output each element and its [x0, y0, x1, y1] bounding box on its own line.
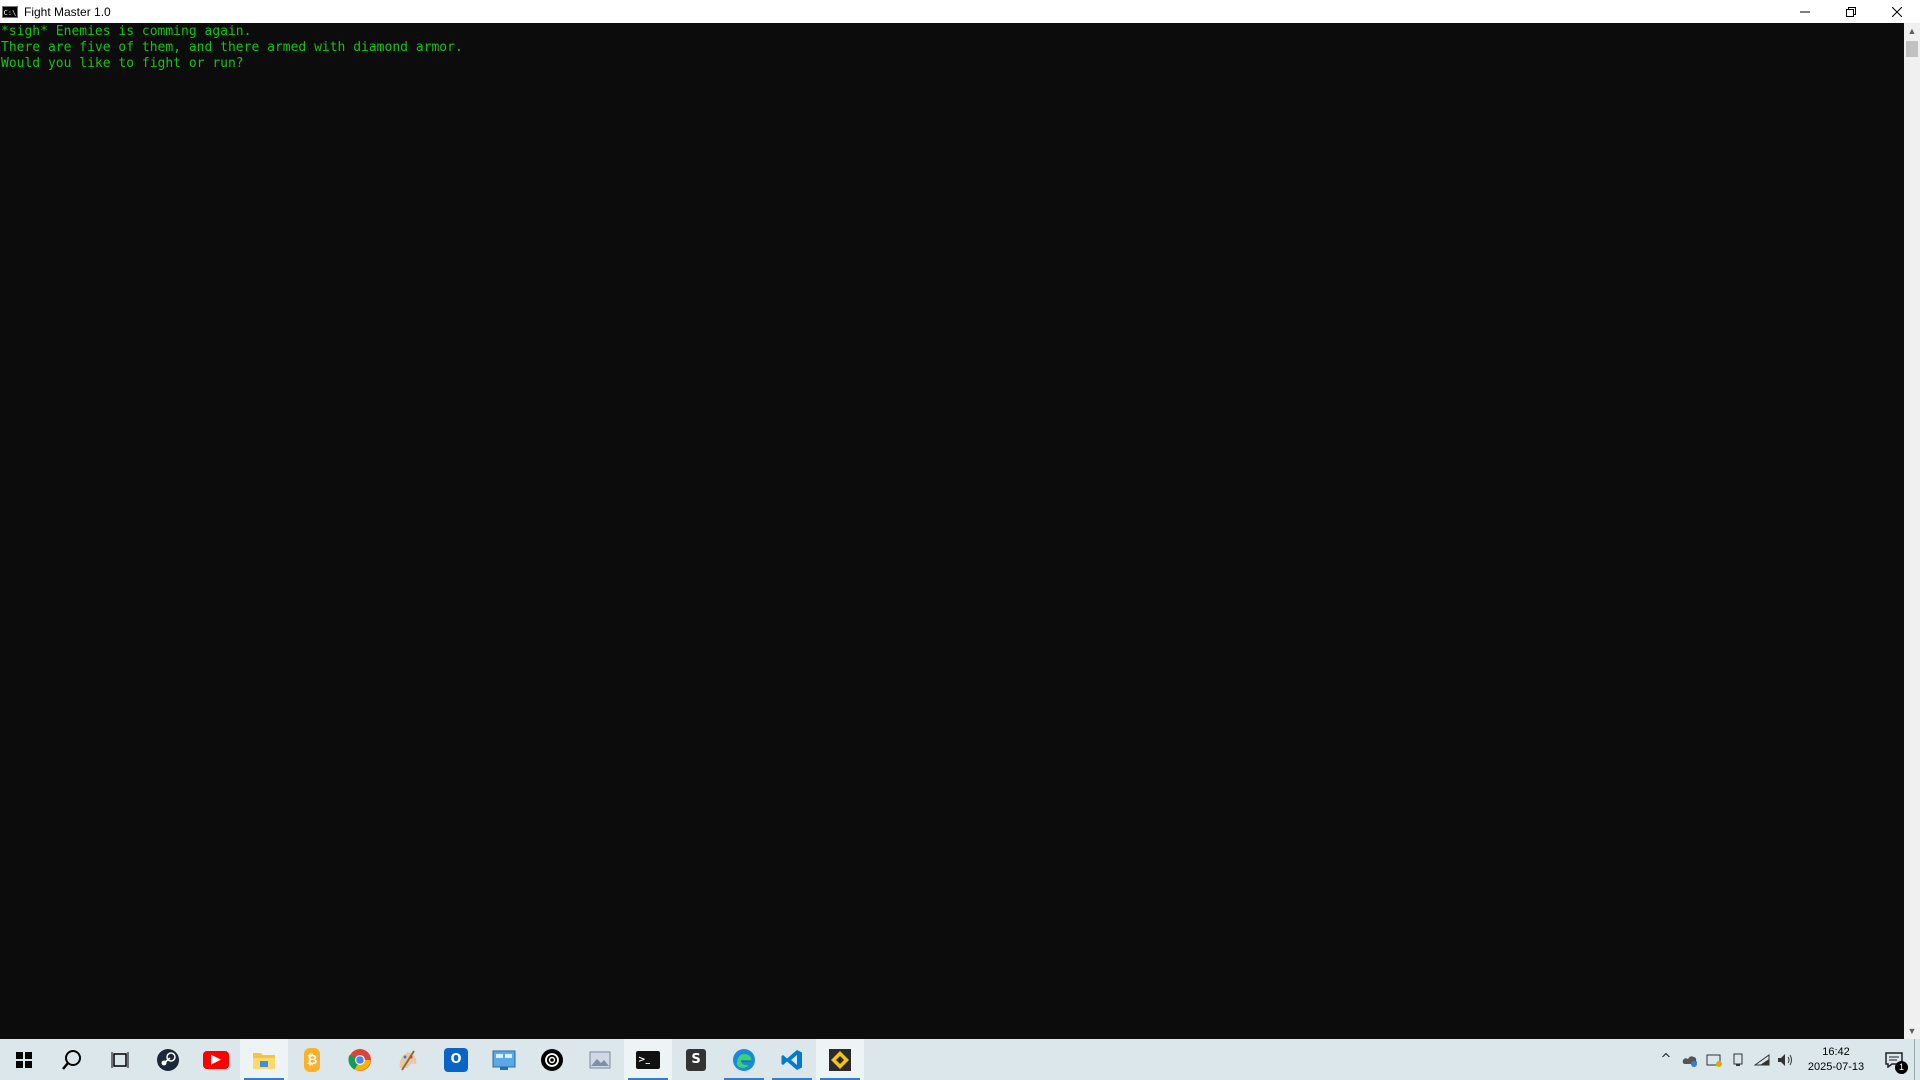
- taskbar-app-game[interactable]: [816, 1039, 864, 1080]
- close-icon: [1892, 6, 1902, 17]
- network-tray-icon[interactable]: [1750, 1039, 1774, 1080]
- photos-icon: [589, 1051, 611, 1068]
- close-button[interactable]: [1874, 0, 1920, 23]
- show-hidden-icons-chevron-icon[interactable]: ^: [1654, 1039, 1678, 1080]
- vertical-scrollbar[interactable]: ▲ ▼: [1904, 23, 1920, 1039]
- console-line-3: Would you like to fight or run?: [1, 56, 244, 71]
- steam-icon: [157, 1048, 179, 1071]
- restore-icon: [1846, 6, 1856, 17]
- taskbar-app-photos[interactable]: [576, 1039, 624, 1080]
- window-title: Fight Master 1.0: [24, 4, 111, 19]
- vscode-icon: [781, 1049, 802, 1070]
- volume-tray-icon[interactable]: [1774, 1039, 1798, 1080]
- taskbar-app-sublime[interactable]: S: [672, 1039, 720, 1080]
- console-app-icon: C:\: [2, 5, 18, 18]
- action-center-button[interactable]: 1: [1874, 1039, 1914, 1080]
- taskbar-app-bitcoin[interactable]: ₿: [288, 1039, 336, 1080]
- speaker-icon: [1778, 1053, 1792, 1066]
- security-icon: [1706, 1054, 1722, 1067]
- window-titlebar: C:\ Fight Master 1.0: [0, 0, 1920, 23]
- console-line-1: *sigh* Enemies is comming again.: [1, 24, 252, 39]
- edge-icon: [733, 1048, 755, 1071]
- window-controls: [1782, 0, 1920, 23]
- paint-icon: [399, 1049, 417, 1071]
- show-desktop-button[interactable]: [1914, 1039, 1920, 1080]
- restore-button[interactable]: [1828, 0, 1874, 23]
- taskbar-app-control-panel[interactable]: [480, 1039, 528, 1080]
- cloud-icon: [1682, 1055, 1697, 1067]
- search-icon: [62, 1049, 81, 1070]
- taskbar-app-file-explorer[interactable]: [240, 1039, 288, 1080]
- console-line-2: There are five of them, and there armed …: [1, 40, 463, 55]
- outlook-icon: O: [444, 1047, 468, 1072]
- scroll-up-arrow-icon[interactable]: ▲: [1904, 23, 1920, 39]
- scrollbar-thumb[interactable]: [1906, 41, 1918, 57]
- bitcoin-icon: ₿: [304, 1047, 320, 1072]
- taskbar-app-youtube[interactable]: ▶: [192, 1039, 240, 1080]
- windows-logo-icon: [16, 1051, 32, 1068]
- taskbar-search-button[interactable]: [48, 1039, 96, 1080]
- task-view-icon: [111, 1051, 129, 1068]
- taskbar-app-chrome[interactable]: [336, 1039, 384, 1080]
- onedrive-tray-icon[interactable]: [1678, 1039, 1702, 1080]
- sublime-icon: S: [686, 1048, 706, 1071]
- notification-count-badge: 1: [1895, 1061, 1908, 1074]
- usb-device-icon: [1733, 1053, 1743, 1066]
- chatgpt-icon: [541, 1048, 563, 1071]
- taskbar: ▶ ₿ O >_ S ^ 16:42 2025-07-13 1: [0, 1039, 1920, 1080]
- wifi-icon: [1754, 1053, 1770, 1065]
- taskbar-app-edge[interactable]: [720, 1039, 768, 1080]
- control-panel-icon: [492, 1050, 516, 1070]
- taskbar-app-vscode[interactable]: [768, 1039, 816, 1080]
- taskbar-clock[interactable]: 16:42 2025-07-13: [1798, 1039, 1874, 1080]
- system-tray: ^ 16:42 2025-07-13 1: [1654, 1039, 1920, 1080]
- task-view-button[interactable]: [96, 1039, 144, 1080]
- minimize-button[interactable]: [1782, 0, 1828, 23]
- minimize-icon: [1800, 11, 1810, 12]
- taskbar-app-outlook[interactable]: O: [432, 1039, 480, 1080]
- youtube-icon: ▶: [203, 1050, 229, 1069]
- chrome-icon: [348, 1048, 371, 1071]
- scroll-down-arrow-icon[interactable]: ▼: [1904, 1023, 1920, 1039]
- start-button[interactable]: [0, 1039, 48, 1080]
- taskbar-app-terminal[interactable]: >_: [624, 1039, 672, 1080]
- taskbar-app-chatgpt[interactable]: [528, 1039, 576, 1080]
- console-output[interactable]: *sigh* Enemies is comming again. There a…: [0, 23, 1904, 1039]
- taskbar-app-steam[interactable]: [144, 1039, 192, 1080]
- security-tray-icon[interactable]: [1702, 1039, 1726, 1080]
- device-tray-icon[interactable]: [1726, 1039, 1750, 1080]
- clock-time: 16:42: [1822, 1045, 1850, 1058]
- game-icon: [829, 1048, 851, 1071]
- clock-date: 2025-07-13: [1807, 1060, 1865, 1073]
- terminal-icon: >_: [636, 1050, 660, 1069]
- taskbar-app-paint[interactable]: [384, 1039, 432, 1080]
- folder-icon: [253, 1052, 275, 1069]
